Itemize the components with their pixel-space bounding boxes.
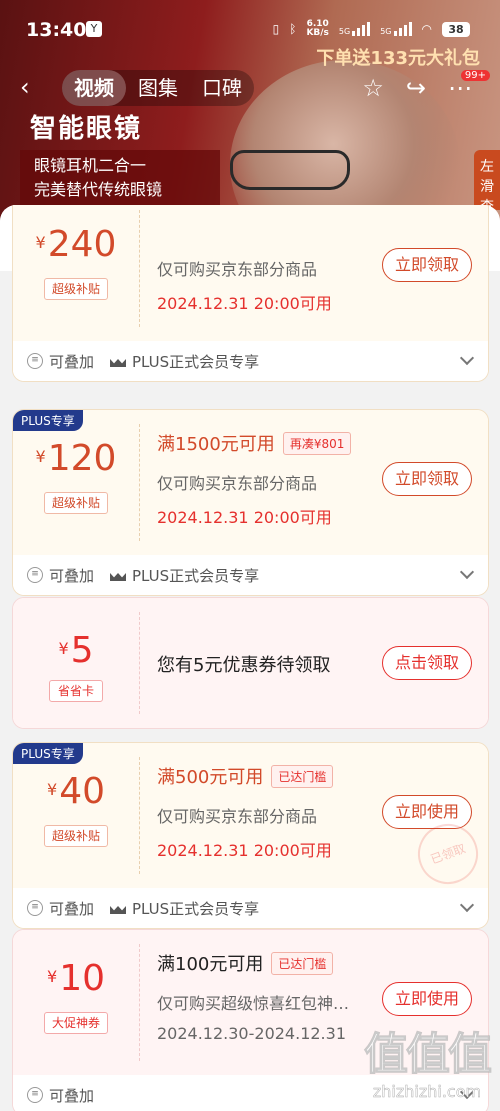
- coupon-amount: ¥120: [35, 438, 117, 479]
- signal-icon: 5G: [380, 22, 412, 36]
- swipe-hint-tag[interactable]: 左滑查: [474, 150, 500, 215]
- stackable-info: ≡ 可叠加: [27, 1085, 94, 1106]
- product-media[interactable]: 13:40 Y ▯ ᛒ 6.10 KB/s 5G 5G ◠ 38 下单送133元…: [0, 0, 500, 240]
- coupon-condition: 满500元可用 已达门槛: [157, 763, 334, 789]
- coupon-divider: [139, 612, 140, 714]
- bluetooth-icon: ᛒ: [289, 22, 297, 36]
- tab-reviews[interactable]: 口碑: [190, 70, 254, 106]
- coupon-type-tag: 超级补贴: [44, 492, 108, 514]
- coupon-footer[interactable]: ≡ 可叠加 PLUS正式会员专享: [13, 555, 488, 595]
- app-notification-icon: Y: [86, 21, 102, 37]
- watermark-logo: 值值值: [364, 1029, 493, 1081]
- stackable-info: ≡ 可叠加: [27, 351, 94, 372]
- member-info: PLUS正式会员专享: [110, 351, 259, 372]
- hero-brand-text: 智能眼镜: [30, 114, 143, 144]
- coupon-card: ¥240 超级补贴 仅可购买京东部分商品 2024.12.31 20:00可用 …: [12, 205, 489, 382]
- media-tabs: 视频 图集 口碑: [62, 70, 254, 106]
- hero-subtitle-line: 眼镜耳机二合一: [34, 156, 147, 175]
- chevron-down-icon[interactable]: [459, 350, 475, 366]
- coupon-card: PLUS专享 ¥120 超级补贴 满1500元可用 再凑¥801 仅可购买京东部分…: [12, 409, 489, 596]
- vibrate-icon: ▯: [272, 22, 280, 36]
- coupon-footer[interactable]: ≡ 可叠加 PLUS正式会员专享: [13, 888, 488, 928]
- watermark-url: zhizhizhi.com: [372, 1082, 482, 1102]
- use-button[interactable]: 立即使用: [382, 982, 472, 1016]
- top-nav: ‹ 视频 图集 口碑 ☆ ↪ ⋯: [0, 66, 500, 110]
- coupon-time: 2024.12.31 20:00可用: [157, 841, 332, 860]
- member-info: PLUS正式会员专享: [110, 565, 259, 586]
- share-icon[interactable]: ↪: [406, 74, 426, 102]
- net-speed: 6.10 KB/s: [306, 20, 328, 38]
- coupon-card: ¥5 省省卡 您有5元优惠券待领取 点击领取: [12, 597, 489, 729]
- condition-tag: 已达门槛: [271, 951, 334, 975]
- claim-button[interactable]: 立即领取: [382, 248, 472, 282]
- site-watermark: 值值值 zhizhizhi.com: [364, 1018, 493, 1102]
- status-time: 13:40: [26, 19, 87, 41]
- coupon-body: ¥5 省省卡 您有5元优惠券待领取 点击领取: [13, 598, 488, 728]
- chevron-down-icon[interactable]: [459, 897, 475, 913]
- coupon-divider: [139, 424, 140, 541]
- chevron-down-icon[interactable]: [459, 564, 475, 580]
- claim-button[interactable]: 点击领取: [382, 646, 472, 680]
- coupon-divider: [139, 944, 140, 1061]
- hero-subtitle-line: 完美替代传统眼镜: [34, 180, 163, 199]
- coupon-type-tag: 大促神券: [44, 1012, 108, 1034]
- stack-icon: ≡: [27, 353, 43, 369]
- tab-gallery[interactable]: 图集: [126, 70, 190, 106]
- coupon-scope: 仅可购买超级惊喜红包神…: [157, 994, 350, 1013]
- coupon-amount: ¥10: [47, 958, 105, 999]
- stack-icon: ≡: [27, 567, 43, 583]
- coupon-type-tag: 省省卡: [49, 680, 103, 702]
- back-icon[interactable]: ‹: [20, 75, 40, 99]
- more-icon[interactable]: ⋯: [448, 74, 472, 102]
- coupon-time: 2024.12.31 20:00可用: [157, 294, 332, 313]
- coupon-type-tag: 超级补贴: [44, 278, 108, 300]
- condition-tag: 再凑¥801: [282, 431, 352, 455]
- coupon-body: PLUS专享 ¥120 超级补贴 满1500元可用 再凑¥801 仅可购买京东部分…: [13, 410, 488, 555]
- tab-video[interactable]: 视频: [62, 70, 126, 106]
- favorite-star-icon[interactable]: ☆: [362, 74, 384, 102]
- coupon-time: 2024.12.30-2024.12.31: [157, 1024, 346, 1043]
- stackable-info: ≡ 可叠加: [27, 565, 94, 586]
- coupon-condition: 您有5元优惠券待领取: [157, 655, 331, 676]
- claim-button[interactable]: 立即领取: [382, 462, 472, 496]
- battery-icon: 38: [442, 21, 470, 37]
- coupon-amount: ¥240: [35, 224, 117, 265]
- stack-icon: ≡: [27, 1087, 43, 1103]
- net-speed-unit: KB/s: [306, 28, 329, 38]
- coupon-sheet: 优惠 ¥240 超级补贴 仅可购买京东部分商品 2024.12.31 20:00…: [0, 205, 500, 1111]
- condition-tag: 已达门槛: [271, 764, 334, 788]
- crown-icon: [110, 902, 126, 914]
- coupon-type-tag: 超级补贴: [44, 825, 108, 847]
- coupon-amount: ¥5: [58, 630, 94, 671]
- coupon-time: 2024.12.31 20:00可用: [157, 508, 332, 527]
- coupon-divider: [139, 210, 140, 327]
- smart-glasses-image: [230, 150, 350, 190]
- member-info: PLUS正式会员专享: [110, 898, 259, 919]
- coupon-scope: 仅可购买京东部分商品: [157, 807, 318, 826]
- coupon-body: PLUS专享 ¥40 超级补贴 满500元可用 已达门槛 仅可购买京东部分商品 2…: [13, 743, 488, 893]
- coupon-body: ¥240 超级补贴 仅可购买京东部分商品 2024.12.31 20:00可用 …: [13, 205, 488, 341]
- stackable-info: ≡ 可叠加: [27, 898, 94, 919]
- wifi-icon: ◠: [421, 22, 432, 36]
- coupon-amount: ¥40: [47, 771, 105, 812]
- status-icons: ▯ ᛒ 6.10 KB/s 5G 5G ◠ 38: [273, 20, 470, 38]
- coupon-divider: [139, 757, 140, 874]
- coupon-condition: 满1500元可用 再凑¥801: [157, 430, 352, 456]
- crown-icon: [110, 569, 126, 581]
- nav-actions: ☆ ↪ ⋯: [362, 74, 472, 102]
- hero-subtitle: 眼镜耳机二合一 完美替代传统眼镜: [20, 150, 220, 206]
- coupon-scope: 仅可购买京东部分商品: [157, 474, 318, 493]
- coupon-card: PLUS专享 ¥40 超级补贴 满500元可用 已达门槛 仅可购买京东部分商品 2…: [12, 742, 489, 929]
- crown-icon: [110, 355, 126, 367]
- signal-label: 5G: [380, 27, 392, 36]
- plus-exclusive-flag: PLUS专享: [13, 410, 83, 431]
- use-button[interactable]: 立即使用: [382, 795, 472, 829]
- coupon-scope: 仅可购买京东部分商品: [157, 260, 318, 279]
- signal-icon: 5G: [338, 22, 371, 36]
- signal-label: 5G: [338, 27, 351, 36]
- plus-exclusive-flag: PLUS专享: [13, 743, 83, 764]
- coupon-footer[interactable]: ≡ 可叠加 PLUS正式会员专享: [13, 341, 488, 381]
- stack-icon: ≡: [27, 900, 43, 916]
- coupon-condition: 满100元可用 已达门槛: [157, 950, 334, 976]
